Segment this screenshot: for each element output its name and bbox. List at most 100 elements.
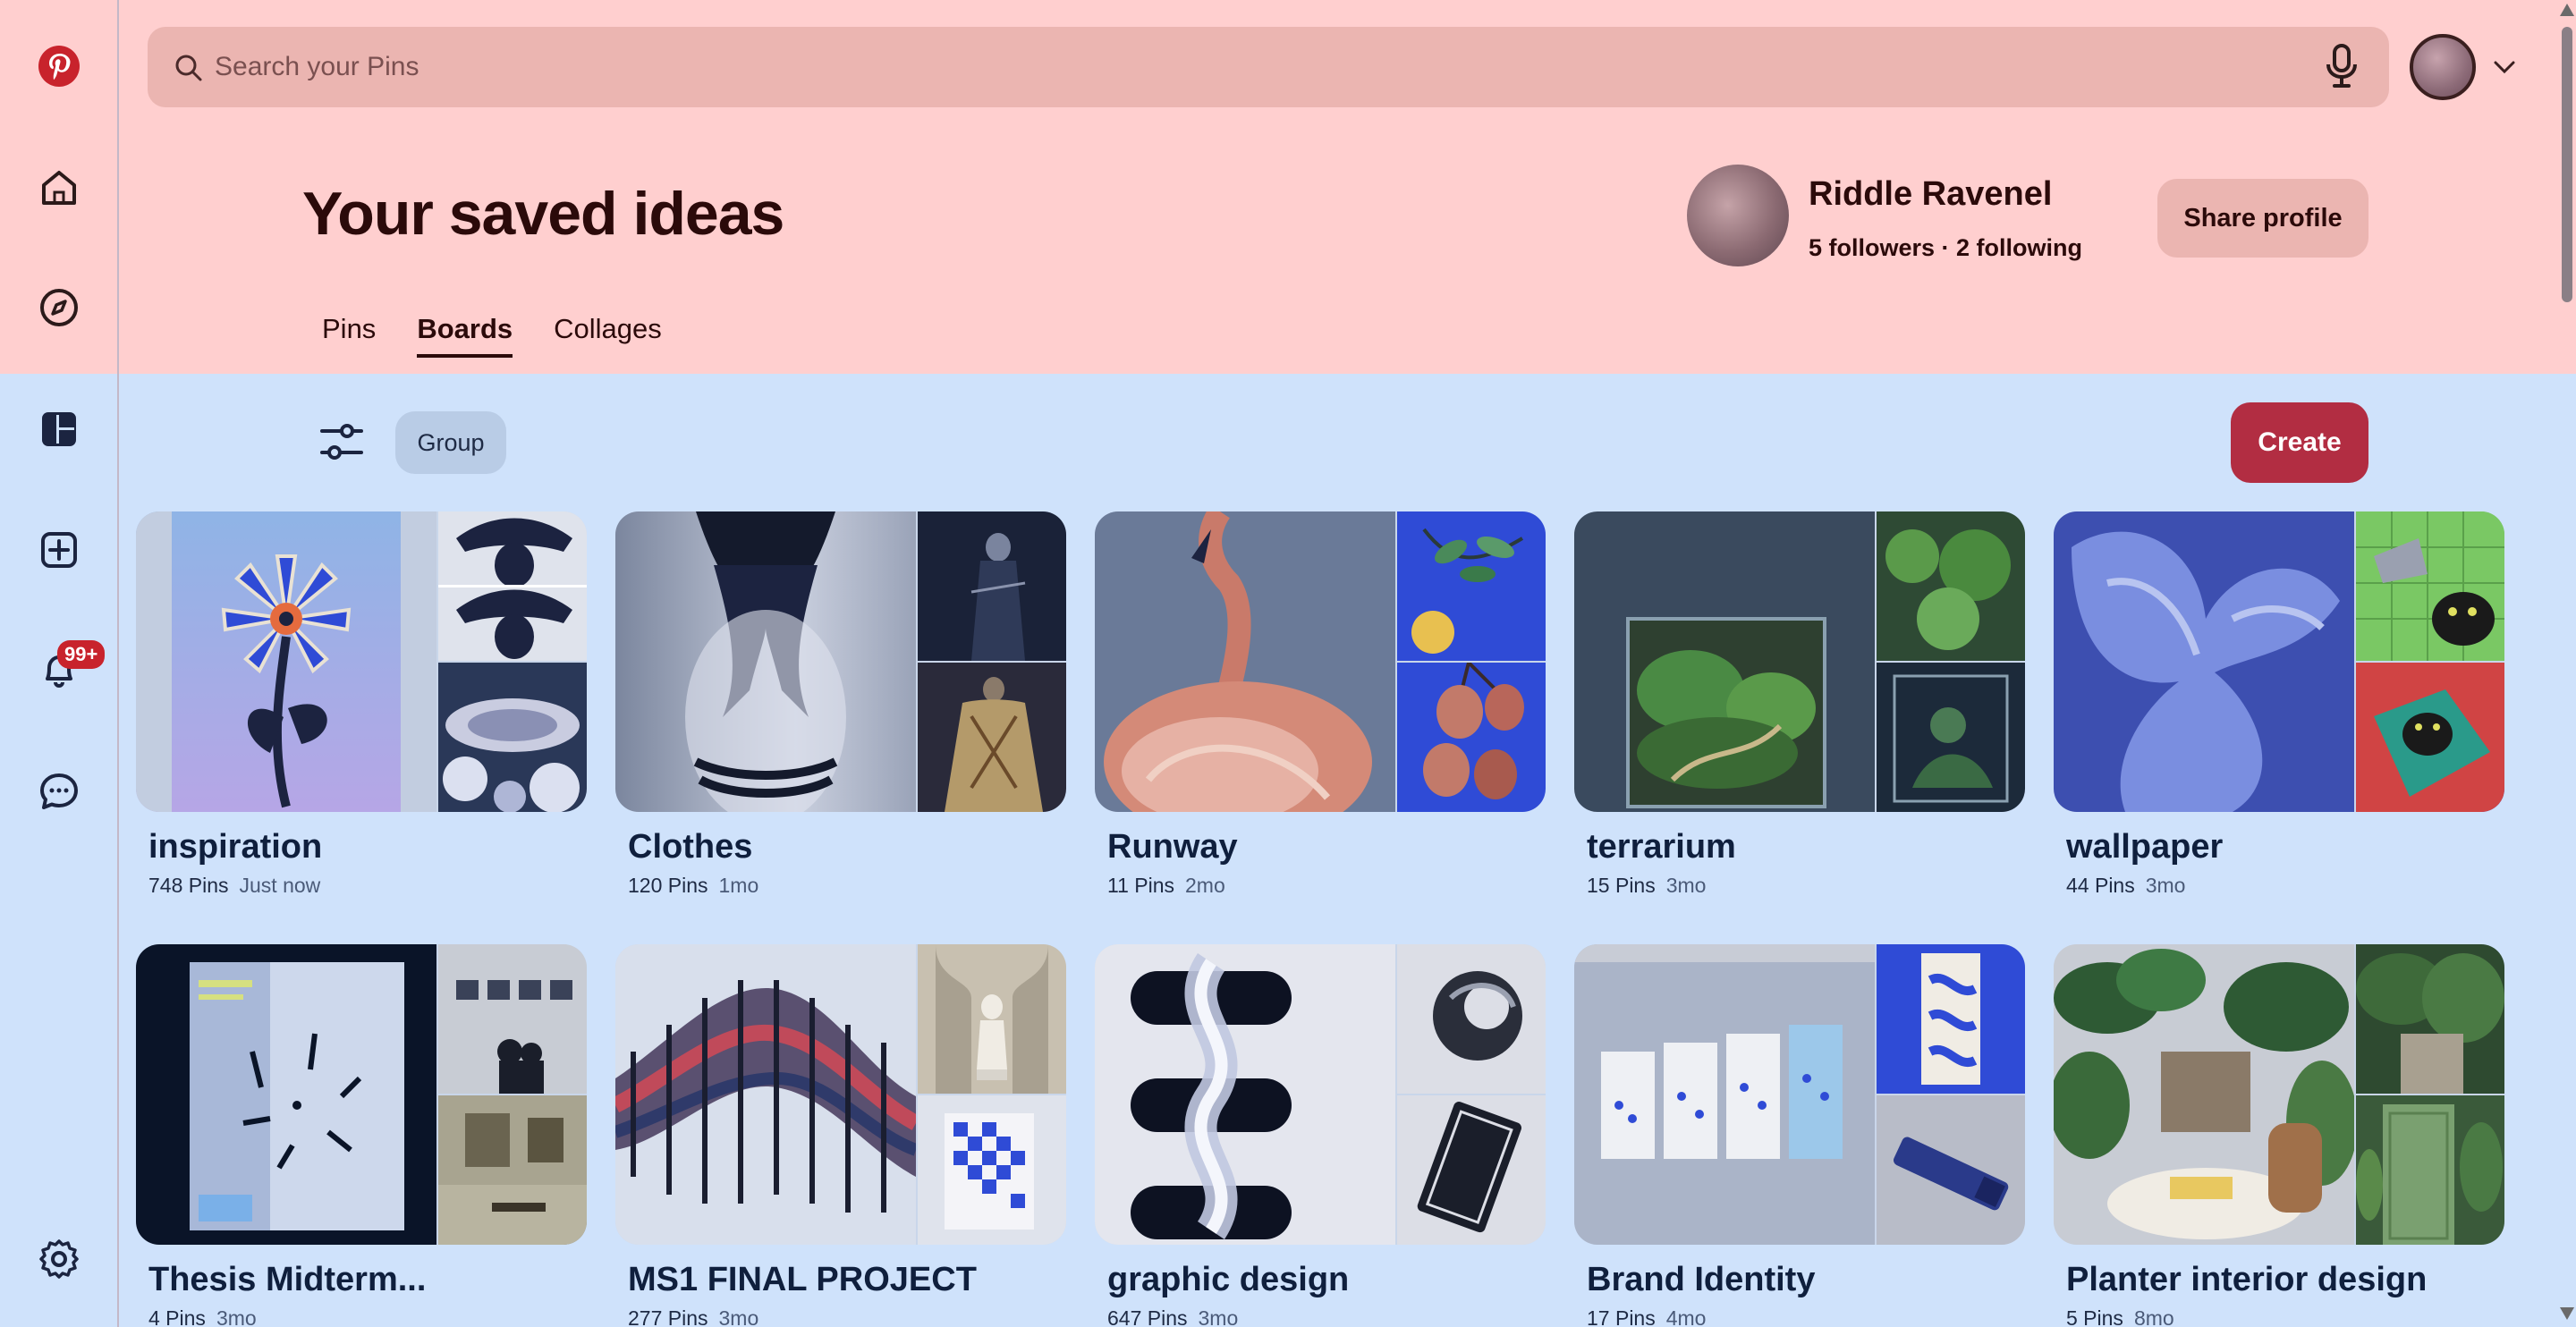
- board-pin-count: 44 Pins: [2066, 874, 2135, 897]
- board-card[interactable]: inspiration 748 Pins Just now: [136, 511, 587, 898]
- board-updated-time: 3mo: [2145, 874, 2186, 897]
- profile-avatar[interactable]: [1687, 165, 1789, 266]
- board-meta: 647 Pins 3mo: [1107, 1306, 1546, 1327]
- microphone-icon[interactable]: [2322, 43, 2361, 89]
- account-avatar[interactable]: [2410, 34, 2476, 100]
- board-updated-time: 4mo: [1665, 1306, 1707, 1327]
- tab-pins[interactable]: Pins: [322, 313, 376, 358]
- board-updated-time: Just now: [239, 874, 321, 897]
- board-updated-time: 8mo: [2133, 1306, 2174, 1327]
- profile-name[interactable]: Riddle Ravenel: [1809, 175, 2052, 214]
- search-input[interactable]: [215, 27, 2272, 107]
- board-pin-count: 120 Pins: [628, 874, 708, 897]
- scrollbar-thumb[interactable]: [2562, 27, 2572, 302]
- board-pin-count: 647 Pins: [1107, 1306, 1188, 1327]
- sidebar-bottom-bg: [0, 374, 117, 1327]
- notification-badge: 99+: [57, 640, 106, 669]
- board-image: [918, 1095, 1066, 1245]
- board-title: Brand Identity: [1587, 1261, 1816, 1298]
- board-card[interactable]: Brand Identity 17 Pins 4mo: [1574, 944, 2025, 1327]
- board-image: [1877, 663, 2025, 812]
- board-updated-time: 1mo: [718, 874, 759, 897]
- board-cover[interactable]: [2054, 511, 2504, 812]
- board-image: [918, 663, 1066, 812]
- chevron-down-icon[interactable]: [2492, 59, 2517, 75]
- sidebar: 99+: [0, 0, 119, 1327]
- explore-icon[interactable]: [32, 281, 86, 334]
- filter-icon[interactable]: [318, 420, 365, 463]
- board-image: [2356, 1095, 2504, 1245]
- board-updated-time: 3mo: [1198, 1306, 1239, 1327]
- home-icon[interactable]: [32, 161, 86, 215]
- board-card[interactable]: Runway 11 Pins 2mo: [1095, 511, 1546, 898]
- board-cover[interactable]: [136, 511, 587, 812]
- share-profile-button[interactable]: Share profile: [2157, 179, 2368, 258]
- board-card[interactable]: graphic design 647 Pins 3mo: [1095, 944, 1546, 1327]
- board-image: [2356, 511, 2504, 661]
- board-updated-time: 2mo: [1185, 874, 1225, 897]
- tab-boards[interactable]: Boards: [417, 313, 513, 358]
- board-card[interactable]: wallpaper 44 Pins 3mo: [2054, 511, 2504, 898]
- board-title: terrarium: [1587, 828, 1736, 866]
- scroll-down-arrow-icon[interactable]: [2560, 1307, 2574, 1320]
- scroll-up-arrow-icon[interactable]: [2560, 4, 2574, 16]
- board-meta: 15 Pins 3mo: [1587, 874, 2025, 898]
- board-title: MS1 FINAL PROJECT: [628, 1261, 977, 1298]
- boards-icon[interactable]: [32, 402, 86, 456]
- board-card[interactable]: terrarium 15 Pins 3mo: [1574, 511, 2025, 898]
- board-updated-time: 3mo: [216, 1306, 257, 1327]
- board-image: [2356, 663, 2504, 812]
- board-image: [615, 511, 916, 812]
- board-cover[interactable]: [1574, 511, 2025, 812]
- search-bar[interactable]: [148, 27, 2389, 107]
- board-cover[interactable]: [615, 944, 1066, 1245]
- page-scrollbar[interactable]: [2556, 0, 2576, 1327]
- board-image: [438, 663, 587, 812]
- board-image: [438, 944, 587, 1094]
- board-title: graphic design: [1107, 1261, 1350, 1298]
- board-image: [136, 511, 436, 812]
- profile-follow-stats[interactable]: 5 followers · 2 following: [1809, 234, 2082, 262]
- group-button[interactable]: Group: [395, 411, 506, 474]
- board-updated-time: 3mo: [718, 1306, 759, 1327]
- board-card[interactable]: Thesis Midterm... 4 Pins 3mo: [136, 944, 587, 1327]
- board-title: Planter interior design: [2066, 1261, 2428, 1298]
- board-pin-count: 5 Pins: [2066, 1306, 2123, 1327]
- board-image: [1095, 511, 1395, 812]
- board-pin-count: 4 Pins: [148, 1306, 206, 1327]
- board-image: [615, 944, 920, 1245]
- board-cover[interactable]: [1574, 944, 2025, 1245]
- board-image: [1877, 511, 2025, 661]
- create-icon[interactable]: [32, 523, 86, 577]
- board-meta: 11 Pins 2mo: [1107, 874, 1546, 898]
- board-image: [918, 511, 1066, 661]
- pinterest-logo-icon[interactable]: [32, 39, 86, 93]
- board-card[interactable]: MS1 FINAL PROJECT 277 Pins 3mo: [615, 944, 1066, 1327]
- board-pin-count: 17 Pins: [1587, 1306, 1656, 1327]
- board-cover[interactable]: [1095, 944, 1546, 1245]
- settings-icon[interactable]: [32, 1232, 86, 1286]
- board-cover[interactable]: [136, 944, 587, 1245]
- board-meta: 277 Pins 3mo: [628, 1306, 1066, 1327]
- board-image: [2356, 944, 2504, 1094]
- board-image: [438, 511, 587, 661]
- board-image: [2054, 944, 2358, 1245]
- board-meta: 17 Pins 4mo: [1587, 1306, 2025, 1327]
- tab-collages[interactable]: Collages: [554, 313, 662, 358]
- board-card[interactable]: Planter interior design 5 Pins 8mo: [2054, 944, 2504, 1327]
- board-title: Thesis Midterm...: [148, 1261, 427, 1298]
- board-image: [1574, 511, 1875, 812]
- board-pin-count: 15 Pins: [1587, 874, 1656, 897]
- board-cover[interactable]: [2054, 944, 2504, 1245]
- board-image: [136, 944, 436, 1245]
- board-meta: 5 Pins 8mo: [2066, 1306, 2504, 1327]
- board-pin-count: 11 Pins: [1107, 874, 1175, 897]
- board-title: Clothes: [628, 828, 753, 866]
- messages-icon[interactable]: [32, 765, 86, 818]
- board-title: inspiration: [148, 828, 323, 866]
- board-cover[interactable]: [615, 511, 1066, 812]
- board-cover[interactable]: [1095, 511, 1546, 812]
- create-button[interactable]: Create: [2231, 402, 2368, 483]
- board-card[interactable]: Clothes 120 Pins 1mo: [615, 511, 1066, 898]
- board-pin-count: 748 Pins: [148, 874, 229, 897]
